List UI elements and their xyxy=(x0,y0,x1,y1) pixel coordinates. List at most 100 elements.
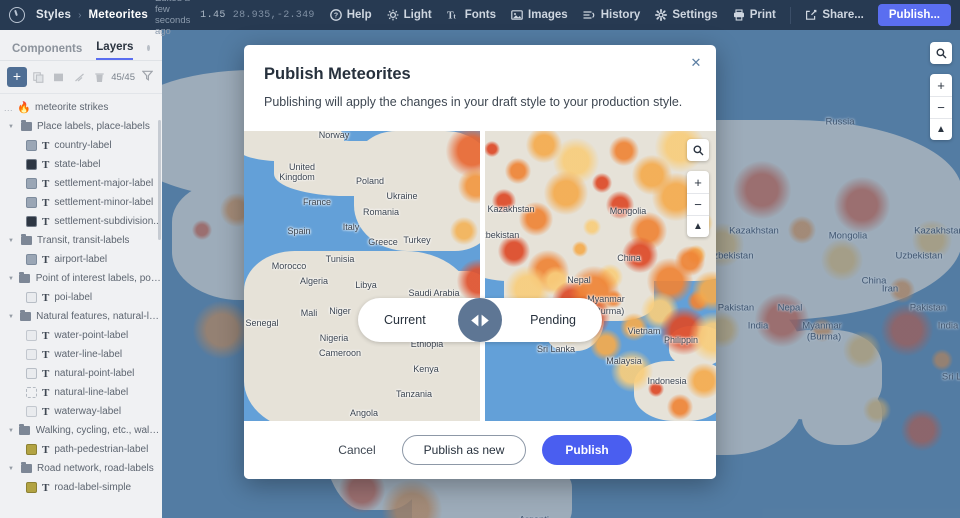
layer-row[interactable]: ▼ Transit, transit-labels xyxy=(0,231,162,250)
publish-button[interactable]: Publish... xyxy=(877,4,951,26)
map-label: Angola xyxy=(349,408,379,418)
text-layer-icon: T xyxy=(42,405,50,418)
filter-icon[interactable] xyxy=(141,68,154,86)
comparison-label-pending: Pending xyxy=(530,313,576,327)
modal-map-search-control[interactable] xyxy=(687,139,709,161)
layer-row[interactable]: Tcountry-label xyxy=(0,136,162,155)
layer-label: Walking, cycling, etc., walking-... xyxy=(35,425,162,436)
layer-row[interactable]: Tairport-label xyxy=(0,250,162,269)
layer-label: Point of interest labels, poi-lab... xyxy=(35,273,162,284)
layer-row[interactable]: Twaterway-label xyxy=(0,402,162,421)
chevron-down-icon[interactable]: ▼ xyxy=(8,276,18,282)
modal-publish-button[interactable]: Publish xyxy=(542,435,632,465)
modal-search-icon[interactable] xyxy=(687,139,709,161)
chevron-down-icon[interactable]: ▼ xyxy=(8,314,18,320)
hide-icon[interactable] xyxy=(71,68,88,87)
text-layer-icon: T xyxy=(42,329,50,342)
modal-zoom-out-button[interactable]: − xyxy=(687,193,709,215)
menu-label-share: Share... xyxy=(822,9,864,21)
chevron-down-icon[interactable]: ▼ xyxy=(8,466,19,472)
map-label: Turkey xyxy=(403,235,431,245)
modal-compass-button[interactable]: ▲ xyxy=(687,215,709,237)
layer-label: country-label xyxy=(54,140,112,151)
search-icon[interactable] xyxy=(930,42,952,64)
map-comparison[interactable]: Norway United Kingdom Poland Ukraine France Ro… xyxy=(244,131,716,421)
menu-label-light: Light xyxy=(403,9,432,21)
zoom-out-button[interactable]: − xyxy=(930,96,952,118)
fonts-icon: Tt xyxy=(447,9,460,22)
map-label: Cameroon xyxy=(318,348,362,358)
menu-item-help[interactable]: ? Help xyxy=(329,9,372,21)
trash-icon[interactable] xyxy=(91,68,108,87)
add-layer-button[interactable]: + xyxy=(7,67,28,87)
layer-label: settlement-minor-label xyxy=(54,197,154,208)
layer-row[interactable]: Troad-label-simple xyxy=(0,478,162,497)
map-label: Poland xyxy=(355,176,385,186)
layer-row[interactable]: ▼ Point of interest labels, poi-lab... xyxy=(0,269,162,288)
menu-item-share[interactable]: Share... xyxy=(805,9,864,21)
duplicate-icon[interactable] xyxy=(30,68,47,87)
map-label: Norway xyxy=(318,131,350,140)
map-zoom-controls[interactable]: + − ▲ xyxy=(930,74,952,140)
layer-row[interactable]: ▼ Natural features, natural-labels xyxy=(0,307,162,326)
chevron-down-icon[interactable]: ▼ xyxy=(8,428,18,434)
tab-components[interactable]: Components xyxy=(12,43,82,60)
publish-as-new-button[interactable]: Publish as new xyxy=(401,435,527,465)
cancel-button[interactable]: Cancel xyxy=(328,437,385,463)
layer-row[interactable]: Tpoi-label xyxy=(0,288,162,307)
share-icon xyxy=(805,9,817,21)
menu-item-light[interactable]: Light xyxy=(387,9,432,21)
layer-row[interactable]: ▼ Walking, cycling, etc., walking-... xyxy=(0,421,162,440)
layer-label: Road network, road-labels xyxy=(37,463,154,474)
layer-row[interactable]: ... 🔥 meteorite strikes xyxy=(0,98,162,117)
comparison-divider[interactable] xyxy=(480,131,485,421)
layer-row[interactable]: Tnatural-line-label xyxy=(0,383,162,402)
modal-map-zoom-controls[interactable]: + − ▲ xyxy=(687,171,709,237)
menu-item-settings[interactable]: Settings xyxy=(655,9,718,21)
tab-layers[interactable]: Layers xyxy=(96,41,134,60)
layer-row[interactable]: Tpath-pedestrian-label xyxy=(0,440,162,459)
menu-item-images[interactable]: Images xyxy=(511,9,568,21)
layer-row[interactable]: Tstate-label xyxy=(0,155,162,174)
group-icon[interactable] xyxy=(50,68,67,87)
layer-row[interactable]: Tsettlement-subdivision... xyxy=(0,212,162,231)
sidebar-scrollbar[interactable] xyxy=(158,120,161,240)
folder-icon xyxy=(18,424,32,435)
map-label: Sri Lanka xyxy=(536,344,576,354)
printer-icon xyxy=(733,9,745,21)
layer-swatch xyxy=(24,482,38,493)
page-title[interactable]: Meteorites xyxy=(88,9,148,21)
chevron-down-icon[interactable]: ▼ xyxy=(8,238,19,244)
zoom-in-button[interactable]: + xyxy=(930,74,952,96)
menu-item-print[interactable]: Print xyxy=(733,9,776,21)
comparison-slider[interactable]: Current Pending xyxy=(358,298,602,342)
layer-row[interactable]: Tsettlement-minor-label xyxy=(0,193,162,212)
menu-item-history[interactable]: History xyxy=(583,9,640,21)
gear-icon xyxy=(655,9,668,21)
comparison-label-current: Current xyxy=(384,313,426,327)
layer-row[interactable]: Twater-point-label xyxy=(0,326,162,345)
layer-menu-dots[interactable]: ... xyxy=(4,103,17,113)
chevron-down-icon[interactable]: ▼ xyxy=(8,124,19,130)
current-style-map[interactable]: Norway United Kingdom Poland Ukraine France Ro… xyxy=(244,131,482,421)
circle-logo-icon[interactable] xyxy=(9,7,25,23)
menu-label-help: Help xyxy=(346,9,372,21)
close-icon[interactable]: ✕ xyxy=(688,55,704,71)
left-right-arrows-icon[interactable] xyxy=(458,298,502,342)
layer-row[interactable]: ▼ Road network, road-labels xyxy=(0,459,162,478)
pending-style-map[interactable]: Kazakhstan Mongolia Uzbekistan China Nepal In… xyxy=(484,131,716,421)
text-layer-icon: T xyxy=(42,348,50,361)
breadcrumb-styles[interactable]: Styles xyxy=(36,9,71,21)
menu-item-fonts[interactable]: Tt Fonts xyxy=(447,9,496,21)
layer-label: Transit, transit-labels xyxy=(37,235,130,246)
compass-button[interactable]: ▲ xyxy=(930,118,952,140)
layer-row[interactable]: Tnatural-point-label xyxy=(0,364,162,383)
map-search-control[interactable] xyxy=(930,42,952,64)
modal-zoom-in-button[interactable]: + xyxy=(687,171,709,193)
sidebar-tabs: Components Layers xyxy=(0,30,162,61)
history-icon xyxy=(583,9,596,21)
layer-row[interactable]: Tsettlement-major-label xyxy=(0,174,162,193)
text-layer-icon: T xyxy=(42,443,50,456)
layer-row[interactable]: ▼ Place labels, place-labels xyxy=(0,117,162,136)
layer-row[interactable]: Twater-line-label xyxy=(0,345,162,364)
